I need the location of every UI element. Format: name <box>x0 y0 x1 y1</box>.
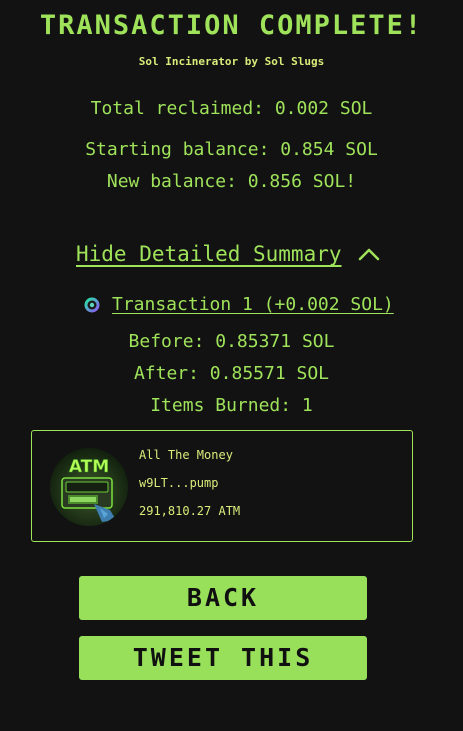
balance-after: After: 0.85571 SOL <box>133 363 330 384</box>
page-title: TRANSACTION COMPLETE! <box>39 10 424 41</box>
token-name: All The Money <box>139 448 233 462</box>
transaction-complete-page: TRANSACTION COMPLETE! Sol Incinerator by… <box>0 0 463 731</box>
token-amount: 291,810.27 ATM <box>139 504 241 518</box>
detailed-summary-toggle[interactable]: Hide Detailed Summary <box>76 242 380 266</box>
new-balance: New balance: 0.856 SOL! <box>106 171 357 192</box>
detailed-summary-toggle-label: Hide Detailed Summary <box>76 242 342 266</box>
burned-token-card: ATM All The Money w9LT...pump 291,810.27… <box>31 430 413 542</box>
token-mint-address[interactable]: w9LT...pump <box>139 476 218 490</box>
items-burned: Items Burned: 1 <box>150 395 313 416</box>
balance-before: Before: 0.85371 SOL <box>128 331 335 352</box>
total-reclaimed: Total reclaimed: 0.002 SOL <box>90 98 373 119</box>
atm-token-image: ATM <box>50 448 128 526</box>
token-image-text: ATM <box>69 457 109 477</box>
back-button[interactable]: BACK <box>79 576 367 620</box>
transaction-link[interactable]: Transaction 1 (+0.002 SOL) <box>112 294 394 315</box>
transaction-row: Transaction 1 (+0.002 SOL) <box>84 294 394 315</box>
token-image: ATM <box>50 448 128 526</box>
tweet-button[interactable]: TWEET THIS <box>79 636 367 680</box>
solana-icon <box>84 297 100 312</box>
app-subtitle: Sol Incinerator by Sol Slugs <box>138 55 325 68</box>
chevron-up-icon <box>358 248 379 261</box>
starting-balance: Starting balance: 0.854 SOL <box>85 139 378 160</box>
